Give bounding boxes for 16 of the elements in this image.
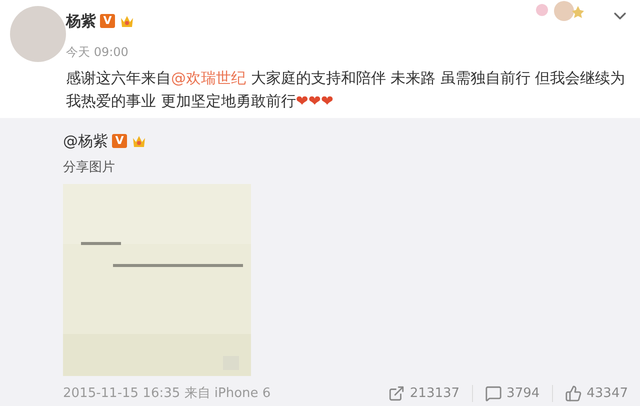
verified-badge: V — [100, 14, 115, 28]
comment-count: 3794 — [506, 386, 540, 400]
repost-author[interactable]: @杨紫 — [63, 132, 108, 150]
like-icon[interactable] — [564, 384, 582, 402]
like-count: 43347 — [586, 386, 628, 400]
author-name[interactable]: 杨紫 — [66, 12, 96, 30]
crown-badge-icon — [131, 134, 147, 148]
repost-caption: 分享图片 — [63, 159, 116, 176]
crown-badge-icon — [119, 14, 135, 28]
share-icon[interactable] — [388, 384, 405, 402]
post-text: 感谢这六年来自@欢瑞世纪 大家庭的支持和陪伴 未来路 虽需独自前行 但我会继续为我热爱的事业 更加坚定地勇敢前行❤❤❤ — [66, 68, 626, 112]
comment-icon[interactable] — [484, 384, 502, 402]
verified-badge: V — [112, 134, 127, 148]
post-time: 今天 09:00 — [66, 44, 130, 61]
share-count: 213137 — [410, 386, 460, 400]
post-date: 2015-11-15 16:35 来自 iPhone 6 — [63, 385, 271, 402]
